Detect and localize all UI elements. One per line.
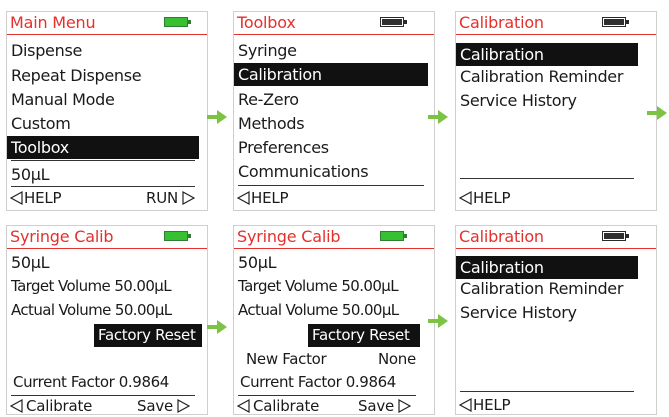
menu-item-manual-mode[interactable]: Manual Mode <box>7 88 197 111</box>
battery-icon <box>602 231 629 241</box>
right-triangle-icon <box>397 399 412 413</box>
left-triangle-icon <box>10 399 24 413</box>
right-triangle-icon <box>181 191 196 205</box>
volume-readout: 50µL <box>238 253 277 272</box>
help-softkey[interactable]: HELP <box>459 189 511 207</box>
menu-item-service-history[interactable]: Service History <box>456 301 646 324</box>
header-divider <box>7 34 207 35</box>
run-label: RUN <box>146 189 179 207</box>
screen-header: Toolbox <box>234 12 434 36</box>
menu-item-service-history[interactable]: Service History <box>456 89 646 112</box>
menu-item-calibration[interactable]: Calibration <box>456 43 638 66</box>
divider <box>11 395 195 396</box>
factory-reset-button[interactable]: Factory Reset <box>94 324 202 347</box>
screen-header: Calibration <box>456 12 656 36</box>
screen-header: Syringe Calib <box>7 226 207 250</box>
help-label: HELP <box>251 189 289 207</box>
target-volume[interactable]: Target Volume 50.00µL <box>7 275 172 298</box>
new-factor-label: New Factor <box>246 350 327 368</box>
screen-calibration-return: Calibration Calibration Calibration Remi… <box>455 225 657 415</box>
screen-toolbox: Toolbox Syringe Calibration Re-Zero Meth… <box>233 11 435 211</box>
calibrate-label: Calibrate <box>253 397 320 415</box>
menu-item-custom[interactable]: Custom <box>7 112 197 135</box>
battery-icon <box>602 17 629 27</box>
menu-item-communications[interactable]: Communications <box>234 160 424 183</box>
menu-item-dispense[interactable]: Dispense <box>7 39 197 62</box>
menu-item-calibration-reminder[interactable]: Calibration Reminder <box>456 65 646 88</box>
menu-item-syringe[interactable]: Syringe <box>234 39 424 62</box>
green-arrow-icon <box>207 320 227 334</box>
left-triangle-icon <box>237 191 251 205</box>
header-divider <box>456 248 656 249</box>
left-triangle-icon <box>10 191 24 205</box>
divider <box>460 391 634 392</box>
screen-main-menu: Main Menu Dispense Repeat Dispense Manua… <box>6 11 208 211</box>
left-triangle-icon <box>237 399 251 413</box>
screen-title: Calibration <box>459 227 544 246</box>
screen-title: Syringe Calib <box>237 227 341 246</box>
green-arrow-icon <box>428 110 448 124</box>
screen-title: Toolbox <box>237 13 296 32</box>
help-softkey[interactable]: HELP <box>10 189 62 207</box>
calibrate-softkey[interactable]: Calibrate <box>237 397 319 415</box>
screen-calibration: Calibration Calibration Calibration Remi… <box>455 11 657 211</box>
battery-icon <box>380 17 407 27</box>
factory-reset-button[interactable]: Factory Reset <box>308 324 420 347</box>
help-softkey[interactable]: HELP <box>237 189 289 207</box>
left-triangle-icon <box>459 398 473 412</box>
actual-volume[interactable]: Actual Volume 50.00µL <box>7 299 172 322</box>
help-label: HELP <box>24 189 62 207</box>
header-divider <box>234 34 434 35</box>
current-factor: Current Factor 0.9864 <box>240 373 396 391</box>
help-label: HELP <box>473 396 511 414</box>
screen-syringe-calib: Syringe Calib 50µL Target Volume 50.00µL… <box>6 225 208 415</box>
screen-title: Syringe Calib <box>10 227 114 246</box>
menu-item-methods[interactable]: Methods <box>234 112 424 135</box>
battery-icon <box>164 17 191 27</box>
help-softkey[interactable]: HELP <box>459 396 511 414</box>
save-label: Save <box>358 397 395 415</box>
menu-item-calibration-reminder[interactable]: Calibration Reminder <box>456 277 646 300</box>
screen-header: Main Menu <box>7 12 207 36</box>
divider <box>11 186 195 187</box>
menu-item-calibration[interactable]: Calibration <box>234 63 428 86</box>
divider <box>460 178 634 179</box>
menu-item-re-zero[interactable]: Re-Zero <box>234 88 424 111</box>
calibrate-softkey[interactable]: Calibrate <box>10 397 92 415</box>
screen-syringe-calib-new-factor: Syringe Calib 50µL Target Volume 50.00µL… <box>233 225 435 415</box>
actual-volume[interactable]: Actual Volume 50.00µL <box>234 299 399 322</box>
battery-icon <box>164 231 191 241</box>
save-softkey[interactable]: Save <box>358 397 412 415</box>
header-divider <box>7 248 207 249</box>
calibrate-label: Calibrate <box>26 397 93 415</box>
screen-title: Main Menu <box>10 13 96 32</box>
green-arrow-icon <box>428 314 448 328</box>
menu-item-preferences[interactable]: Preferences <box>234 136 424 159</box>
run-softkey[interactable]: RUN <box>146 189 196 207</box>
left-triangle-icon <box>459 191 473 205</box>
screen-title: Calibration <box>459 13 544 32</box>
current-factor: Current Factor 0.9864 <box>13 373 169 391</box>
menu-item-calibration[interactable]: Calibration <box>456 256 638 279</box>
screen-header: Syringe Calib <box>234 226 434 250</box>
right-triangle-icon <box>176 399 191 413</box>
header-divider <box>456 34 656 35</box>
new-factor-value: None <box>378 350 416 368</box>
save-label: Save <box>137 397 174 415</box>
battery-icon <box>380 231 407 241</box>
divider <box>11 160 195 161</box>
target-volume[interactable]: Target Volume 50.00µL <box>234 275 399 298</box>
screen-header: Calibration <box>456 226 656 250</box>
divider <box>238 185 424 186</box>
save-softkey[interactable]: Save <box>137 397 191 415</box>
green-arrow-icon <box>207 110 227 124</box>
menu-item-repeat-dispense[interactable]: Repeat Dispense <box>7 64 197 87</box>
green-arrow-icon <box>647 106 667 120</box>
volume-readout: 50µL <box>11 253 50 272</box>
header-divider <box>234 248 434 249</box>
volume-readout: 50µL <box>11 165 50 184</box>
divider <box>238 395 416 396</box>
menu-item-toolbox[interactable]: Toolbox <box>7 136 199 159</box>
help-label: HELP <box>473 189 511 207</box>
